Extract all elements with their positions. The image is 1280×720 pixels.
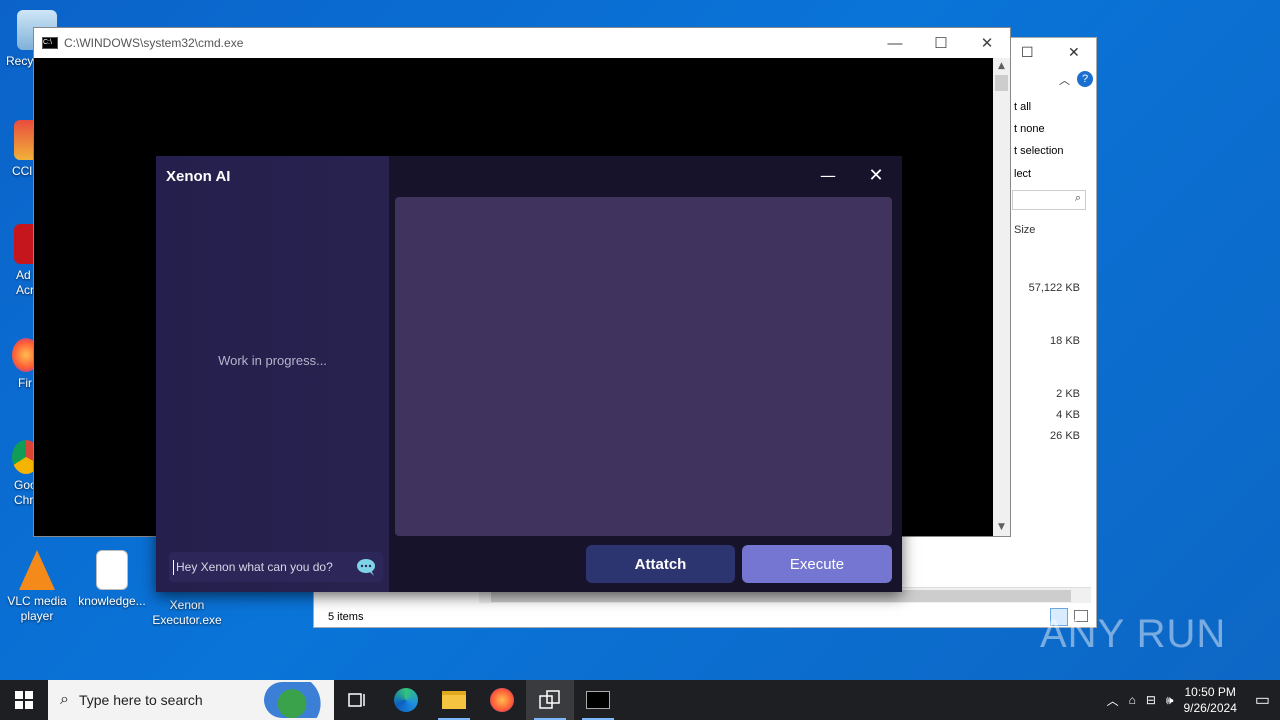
clock[interactable]: 10:50 PM 9/26/2024 <box>1183 684 1236 716</box>
close-button[interactable]: ✕ <box>862 164 890 188</box>
taskbar-search[interactable]: ⌕ Type here to search <box>48 680 334 720</box>
desktop-icon-knowledge[interactable]: knowledge... <box>75 550 149 609</box>
column-header-size[interactable]: Size <box>1014 224 1035 236</box>
file-size: 4 KB <box>1056 409 1080 421</box>
watermark-text: ANY RUN <box>1040 612 1227 656</box>
execute-button[interactable]: Execute <box>742 545 892 583</box>
search-icon: ⌕ <box>60 691 69 708</box>
chat-prompt[interactable] <box>169 552 383 582</box>
select-item[interactable]: lect <box>1014 168 1031 180</box>
scroll-thumb[interactable] <box>995 75 1008 91</box>
maximize-button[interactable]: ☐ <box>918 28 964 58</box>
cmd-titlebar[interactable]: C:\ C:\WINDOWS\system32\cmd.exe — ☐ ✕ <box>34 28 1010 58</box>
sidebar-status-text: Work in progress... <box>218 353 327 368</box>
network-icon[interactable]: ⊟ <box>1146 693 1156 707</box>
xenon-sidebar <box>156 156 389 592</box>
windows-logo-icon <box>15 691 33 709</box>
folder-icon <box>442 691 466 709</box>
search-highlight-icon <box>264 682 334 718</box>
file-size: 57,122 KB <box>1028 282 1080 294</box>
system-tray: ︿ ⌂ ⊟ 🕪 10:50 PM 9/26/2024 ▭ <box>1107 684 1280 716</box>
search-placeholder: Type here to search <box>78 692 203 708</box>
select-all-item[interactable]: t all <box>1014 101 1031 113</box>
scroll-up-icon[interactable]: ▲ <box>993 58 1010 75</box>
taskbar: ⌕ Type here to search ︿ ⌂ ⊟ 🕪 10:50 PM 9… <box>0 680 1280 720</box>
close-button[interactable]: ✕ <box>964 28 1010 58</box>
help-icon[interactable]: ? <box>1077 71 1093 87</box>
scroll-down-icon[interactable]: ▼ <box>993 519 1010 536</box>
close-button[interactable]: ✕ <box>1068 44 1080 61</box>
script-editor[interactable] <box>395 197 892 536</box>
file-size: 26 KB <box>1050 430 1080 442</box>
chat-bubble-icon[interactable] <box>355 557 377 577</box>
xenon-title: Xenon AI <box>166 168 231 185</box>
edge-icon <box>394 688 418 712</box>
ribbon-collapse-icon[interactable]: ︿ <box>1059 72 1070 88</box>
taskbar-xenon[interactable] <box>526 680 574 720</box>
desktop-icon-vlc[interactable]: VLC media player <box>0 550 74 624</box>
vlc-icon <box>19 550 55 590</box>
taskbar-firefox[interactable] <box>478 680 526 720</box>
file-size: 18 KB <box>1050 335 1080 347</box>
status-item-count: 5 items <box>328 611 364 623</box>
cmd-icon: C:\ <box>42 37 58 49</box>
xenon-window[interactable]: Xenon AI Work in progress... — ✕ Attatch… <box>156 156 902 592</box>
vertical-scrollbar[interactable]: ▲ ▼ <box>993 58 1010 536</box>
notification-icon[interactable]: ▭ <box>1255 690 1270 710</box>
file-size: 2 KB <box>1056 388 1080 400</box>
start-button[interactable] <box>0 680 48 720</box>
text-caret <box>173 559 174 575</box>
attach-button[interactable]: Attatch <box>586 545 735 583</box>
cmd-title: C:\WINDOWS\system32\cmd.exe <box>64 36 244 50</box>
maximize-button[interactable]: ☐ <box>1021 44 1034 61</box>
device-icon[interactable]: ⌂ <box>1129 693 1136 707</box>
invert-selection-item[interactable]: t selection <box>1014 145 1064 157</box>
image-file-icon <box>96 550 128 590</box>
minimize-button[interactable]: — <box>872 28 918 58</box>
xenon-app-icon <box>539 690 560 709</box>
taskbar-file-explorer[interactable] <box>430 680 478 720</box>
search-input[interactable]: ⌕ <box>1012 190 1086 210</box>
clock-time: 10:50 PM <box>1184 685 1236 699</box>
desktop-icon-label: VLC media player <box>7 594 67 623</box>
chevron-up-icon[interactable]: ︿ <box>1107 692 1119 709</box>
firefox-icon <box>490 688 514 712</box>
select-none-item[interactable]: t none <box>1014 123 1045 135</box>
minimize-button[interactable]: — <box>814 164 842 188</box>
volume-icon[interactable]: 🕪 <box>1166 693 1174 708</box>
cmd-icon <box>586 691 610 709</box>
taskbar-cmd[interactable] <box>574 680 622 720</box>
taskbar-edge[interactable] <box>382 680 430 720</box>
anyrun-watermark: ANY RUN <box>1040 612 1226 657</box>
search-icon: ⌕ <box>1074 192 1081 204</box>
task-view-icon <box>348 693 365 707</box>
clock-date: 9/26/2024 <box>1183 701 1237 715</box>
desktop-icon-label: knowledge... <box>78 594 146 608</box>
chat-input[interactable] <box>176 560 355 574</box>
task-view-button[interactable] <box>334 680 382 720</box>
